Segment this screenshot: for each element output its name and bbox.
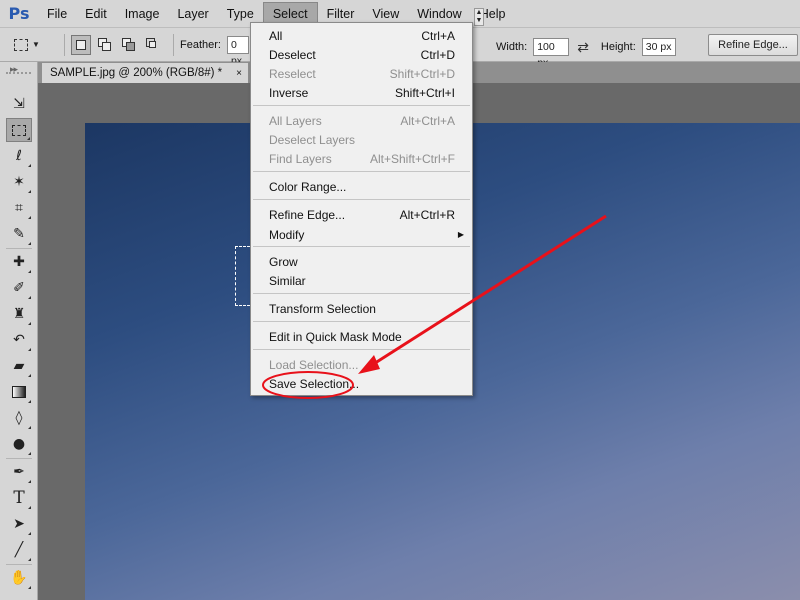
eyedropper-icon[interactable]: ✎ <box>6 222 32 246</box>
menu-separator <box>253 246 470 247</box>
height-input[interactable]: 30 px <box>641 38 676 56</box>
close-icon[interactable]: × <box>236 68 242 79</box>
rect-marquee-icon[interactable] <box>6 118 32 142</box>
subtract-from-selection-button[interactable] <box>119 35 139 55</box>
feather-label: Feather: <box>180 38 221 51</box>
brush-icon[interactable]: ✐ <box>6 276 32 300</box>
divider <box>6 458 32 459</box>
width-input[interactable]: 100 px <box>533 38 570 69</box>
menu-item-color-range[interactable]: Color Range... <box>251 177 472 196</box>
document-tab[interactable]: SAMPLE.jpg @ 200% (RGB/8#) * × <box>42 63 248 83</box>
refine-edge-button[interactable]: Refine Edge... <box>708 34 798 56</box>
feather-input[interactable]: 0 px <box>226 35 249 67</box>
intersect-selection-icon <box>146 38 160 51</box>
document-tab-title: SAMPLE.jpg @ 200% (RGB/8#) * <box>50 67 223 79</box>
menu-item-transform-selection[interactable]: Transform Selection <box>251 299 472 318</box>
eraser-icon[interactable]: ▰ <box>6 354 32 378</box>
menu-item-all-layers: All Layers Alt+Ctrl+A <box>269 113 455 128</box>
menu-item-refine-edge[interactable]: Refine Edge... Alt+Ctrl+R <box>251 205 472 224</box>
submenu-arrow-icon: ▶ <box>457 230 464 239</box>
menu-item-deselect[interactable]: Deselect Ctrl+D <box>251 45 472 64</box>
rect-marquee-icon <box>14 38 28 51</box>
blur-icon[interactable]: ◊ <box>6 406 32 430</box>
menu-separator <box>253 321 470 322</box>
menu-edit[interactable]: Edit <box>76 2 116 26</box>
menu-separator <box>253 171 470 172</box>
marching-ants-selection <box>235 246 250 306</box>
move-icon[interactable]: ⇲ <box>6 92 32 116</box>
menu-item-similar[interactable]: Similar <box>251 271 472 290</box>
collapse-icon[interactable]: ▸▸ <box>10 64 18 75</box>
menu-item-load-selection: Load Selection... <box>269 357 359 372</box>
hand-icon[interactable]: ✋ <box>6 566 32 590</box>
pen-icon[interactable]: ✒ <box>6 460 32 484</box>
healing-brush-icon[interactable]: ✚ <box>6 250 32 274</box>
menu-item-save-selection[interactable]: Save Selection... <box>251 374 472 393</box>
new-selection-icon <box>76 39 86 50</box>
width-label: Width: <box>496 41 528 53</box>
menu-separator <box>253 105 470 106</box>
crop-icon[interactable]: ⌗ <box>6 196 32 220</box>
menu-layer[interactable]: Layer <box>168 2 217 26</box>
divider <box>6 248 32 249</box>
menu-item-deselect-layers: Deselect Layers <box>269 132 356 147</box>
line-icon[interactable]: ╱ <box>6 538 32 562</box>
divider <box>6 564 32 565</box>
menu-item-quick-mask[interactable]: Edit in Quick Mask Mode <box>251 327 472 346</box>
size-controls: Width: 100 px ⇄ Height: 30 px <box>496 38 676 69</box>
menu-item-modify[interactable]: Modify ▶ <box>251 225 472 244</box>
menu-item-grow[interactable]: Grow <box>251 252 472 271</box>
add-to-selection-button[interactable] <box>95 35 115 55</box>
menu-separator <box>253 199 470 200</box>
style-stepper[interactable]: ▲ ▼ <box>474 8 484 26</box>
divider <box>173 33 174 56</box>
menu-file[interactable]: File <box>38 2 76 26</box>
menu-item-inverse[interactable]: Inverse Shift+Ctrl+I <box>251 83 472 102</box>
dodge-icon[interactable]: ● <box>6 432 32 456</box>
select-menu-dropdown: All Ctrl+A Deselect Ctrl+D Reselect Shift+C… <box>250 22 473 396</box>
chevron-down-icon: ▼ <box>32 40 40 49</box>
tools-panel: ▸▸ ⇲ ℓ ✶ ⌗ ✎ ✚ ✐ ♜ ↶ ▰ ◊ ● ✒ T ➤ ╱ ✋ <box>0 62 38 600</box>
tool-preset-picker[interactable]: ▼ <box>14 32 58 58</box>
new-selection-button[interactable] <box>71 34 91 55</box>
type-icon[interactable]: T <box>6 486 32 510</box>
menu-separator <box>253 349 470 350</box>
history-brush-icon[interactable]: ↶ <box>6 328 32 352</box>
subtract-selection-icon <box>122 38 136 51</box>
menu-image[interactable]: Image <box>116 2 169 26</box>
divider <box>64 33 65 56</box>
magic-wand-icon[interactable]: ✶ <box>6 170 32 194</box>
menu-item-reselect: Reselect Shift+Ctrl+D <box>269 66 455 81</box>
add-selection-icon <box>98 38 112 51</box>
menu-separator <box>253 293 470 294</box>
lasso-icon[interactable]: ℓ <box>6 144 32 168</box>
gradient-icon[interactable] <box>6 380 32 404</box>
menu-item-find-layers: Find Layers Alt+Shift+Ctrl+F <box>269 151 455 166</box>
photoshop-logo: Ps <box>8 4 30 23</box>
path-selection-icon[interactable]: ➤ <box>6 512 32 536</box>
menu-item-all[interactable]: All Ctrl+A <box>251 26 472 45</box>
intersect-selection-button[interactable] <box>143 35 163 55</box>
height-label: Height: <box>600 41 636 53</box>
swap-arrows-icon[interactable]: ⇄ <box>577 39 589 56</box>
clone-stamp-icon[interactable]: ♜ <box>6 302 32 326</box>
